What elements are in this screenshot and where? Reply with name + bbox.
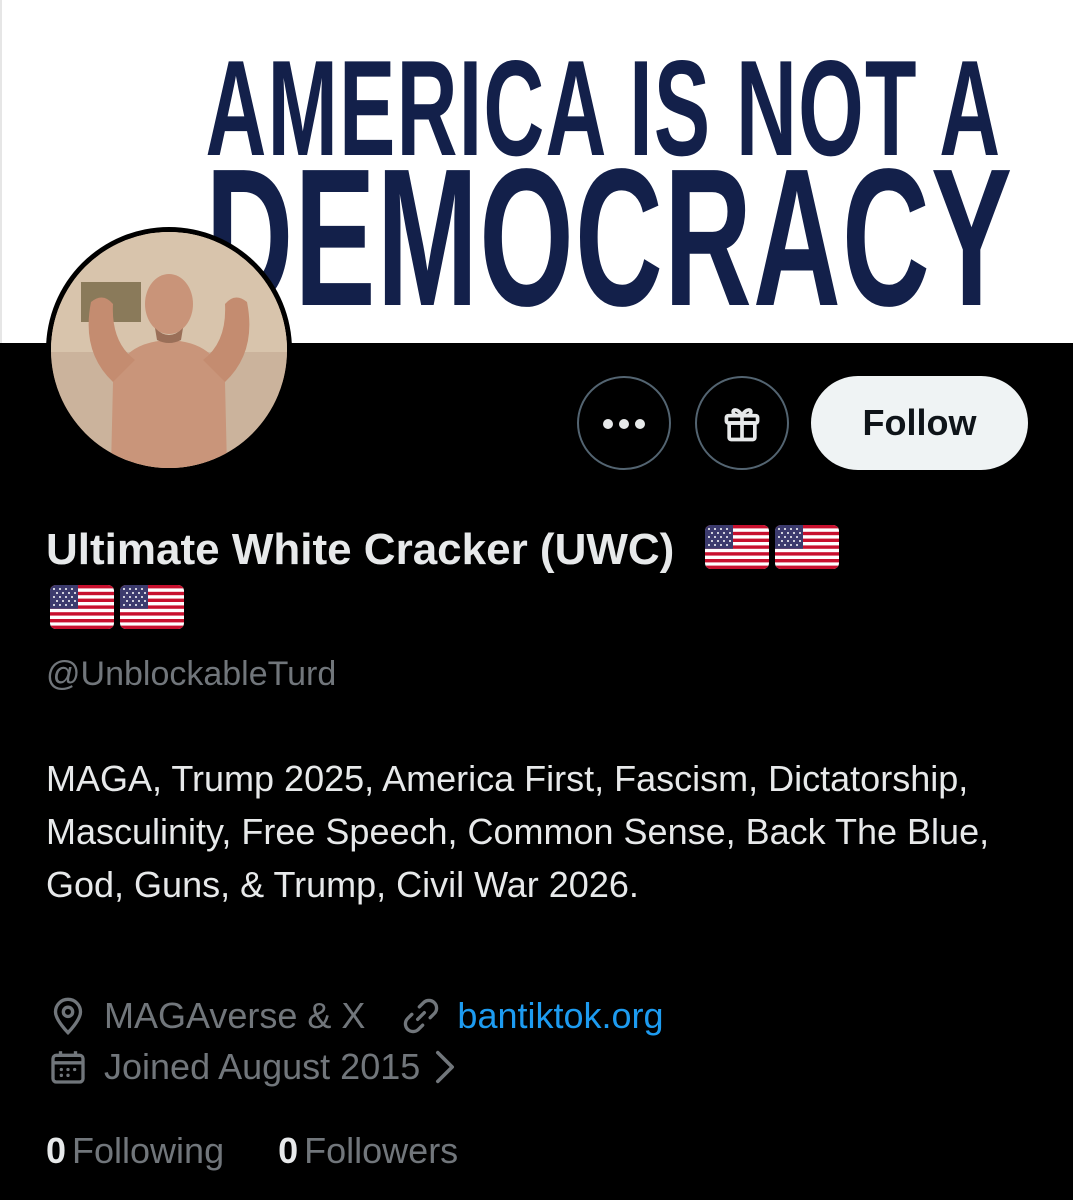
following-label: Following [72,1130,225,1171]
follow-stats: 0 Following 0 Followers [46,1130,512,1172]
user-handle: @UnblockableTurd [46,655,337,693]
website-link[interactable]: bantiktok.org [401,995,664,1037]
avatar-photo [51,232,287,468]
location-text: MAGAverse & X [104,995,366,1036]
display-name-block: Ultimate White Cracker (UWC) [46,520,1026,640]
gift-icon [720,401,764,445]
more-button[interactable] [577,376,671,470]
profile-bio: MAGA, Trump 2025, America First, Fascism… [46,758,990,905]
display-name: Ultimate White Cracker (UWC) [46,525,675,574]
us-flag-icon [50,585,114,629]
joined-date: Joined August 2015 [104,1046,421,1087]
link-icon [401,996,441,1036]
following-stat[interactable]: 0 Following [46,1130,224,1172]
following-count: 0 [46,1130,67,1171]
joined-row[interactable]: Joined August 2015 [48,1046,456,1088]
chevron-right-icon [434,1049,456,1085]
followers-stat[interactable]: 0 Followers [278,1130,458,1172]
location-icon [48,996,88,1036]
followers-label: Followers [304,1130,459,1171]
us-flag-icon [120,585,184,629]
banner-line-2: DEMOCRACY [205,128,1014,343]
avatar[interactable] [46,227,292,473]
website-text[interactable]: bantiktok.org [457,995,663,1037]
followers-count: 0 [278,1130,299,1171]
gift-button[interactable] [695,376,789,470]
us-flag-icon [704,525,769,569]
more-icon [602,417,646,429]
profile-meta-row: MAGAverse & X bantiktok.org [48,995,664,1037]
us-flag-icon [774,525,839,569]
follow-button[interactable]: Follow [811,376,1028,470]
calendar-icon [48,1047,88,1087]
